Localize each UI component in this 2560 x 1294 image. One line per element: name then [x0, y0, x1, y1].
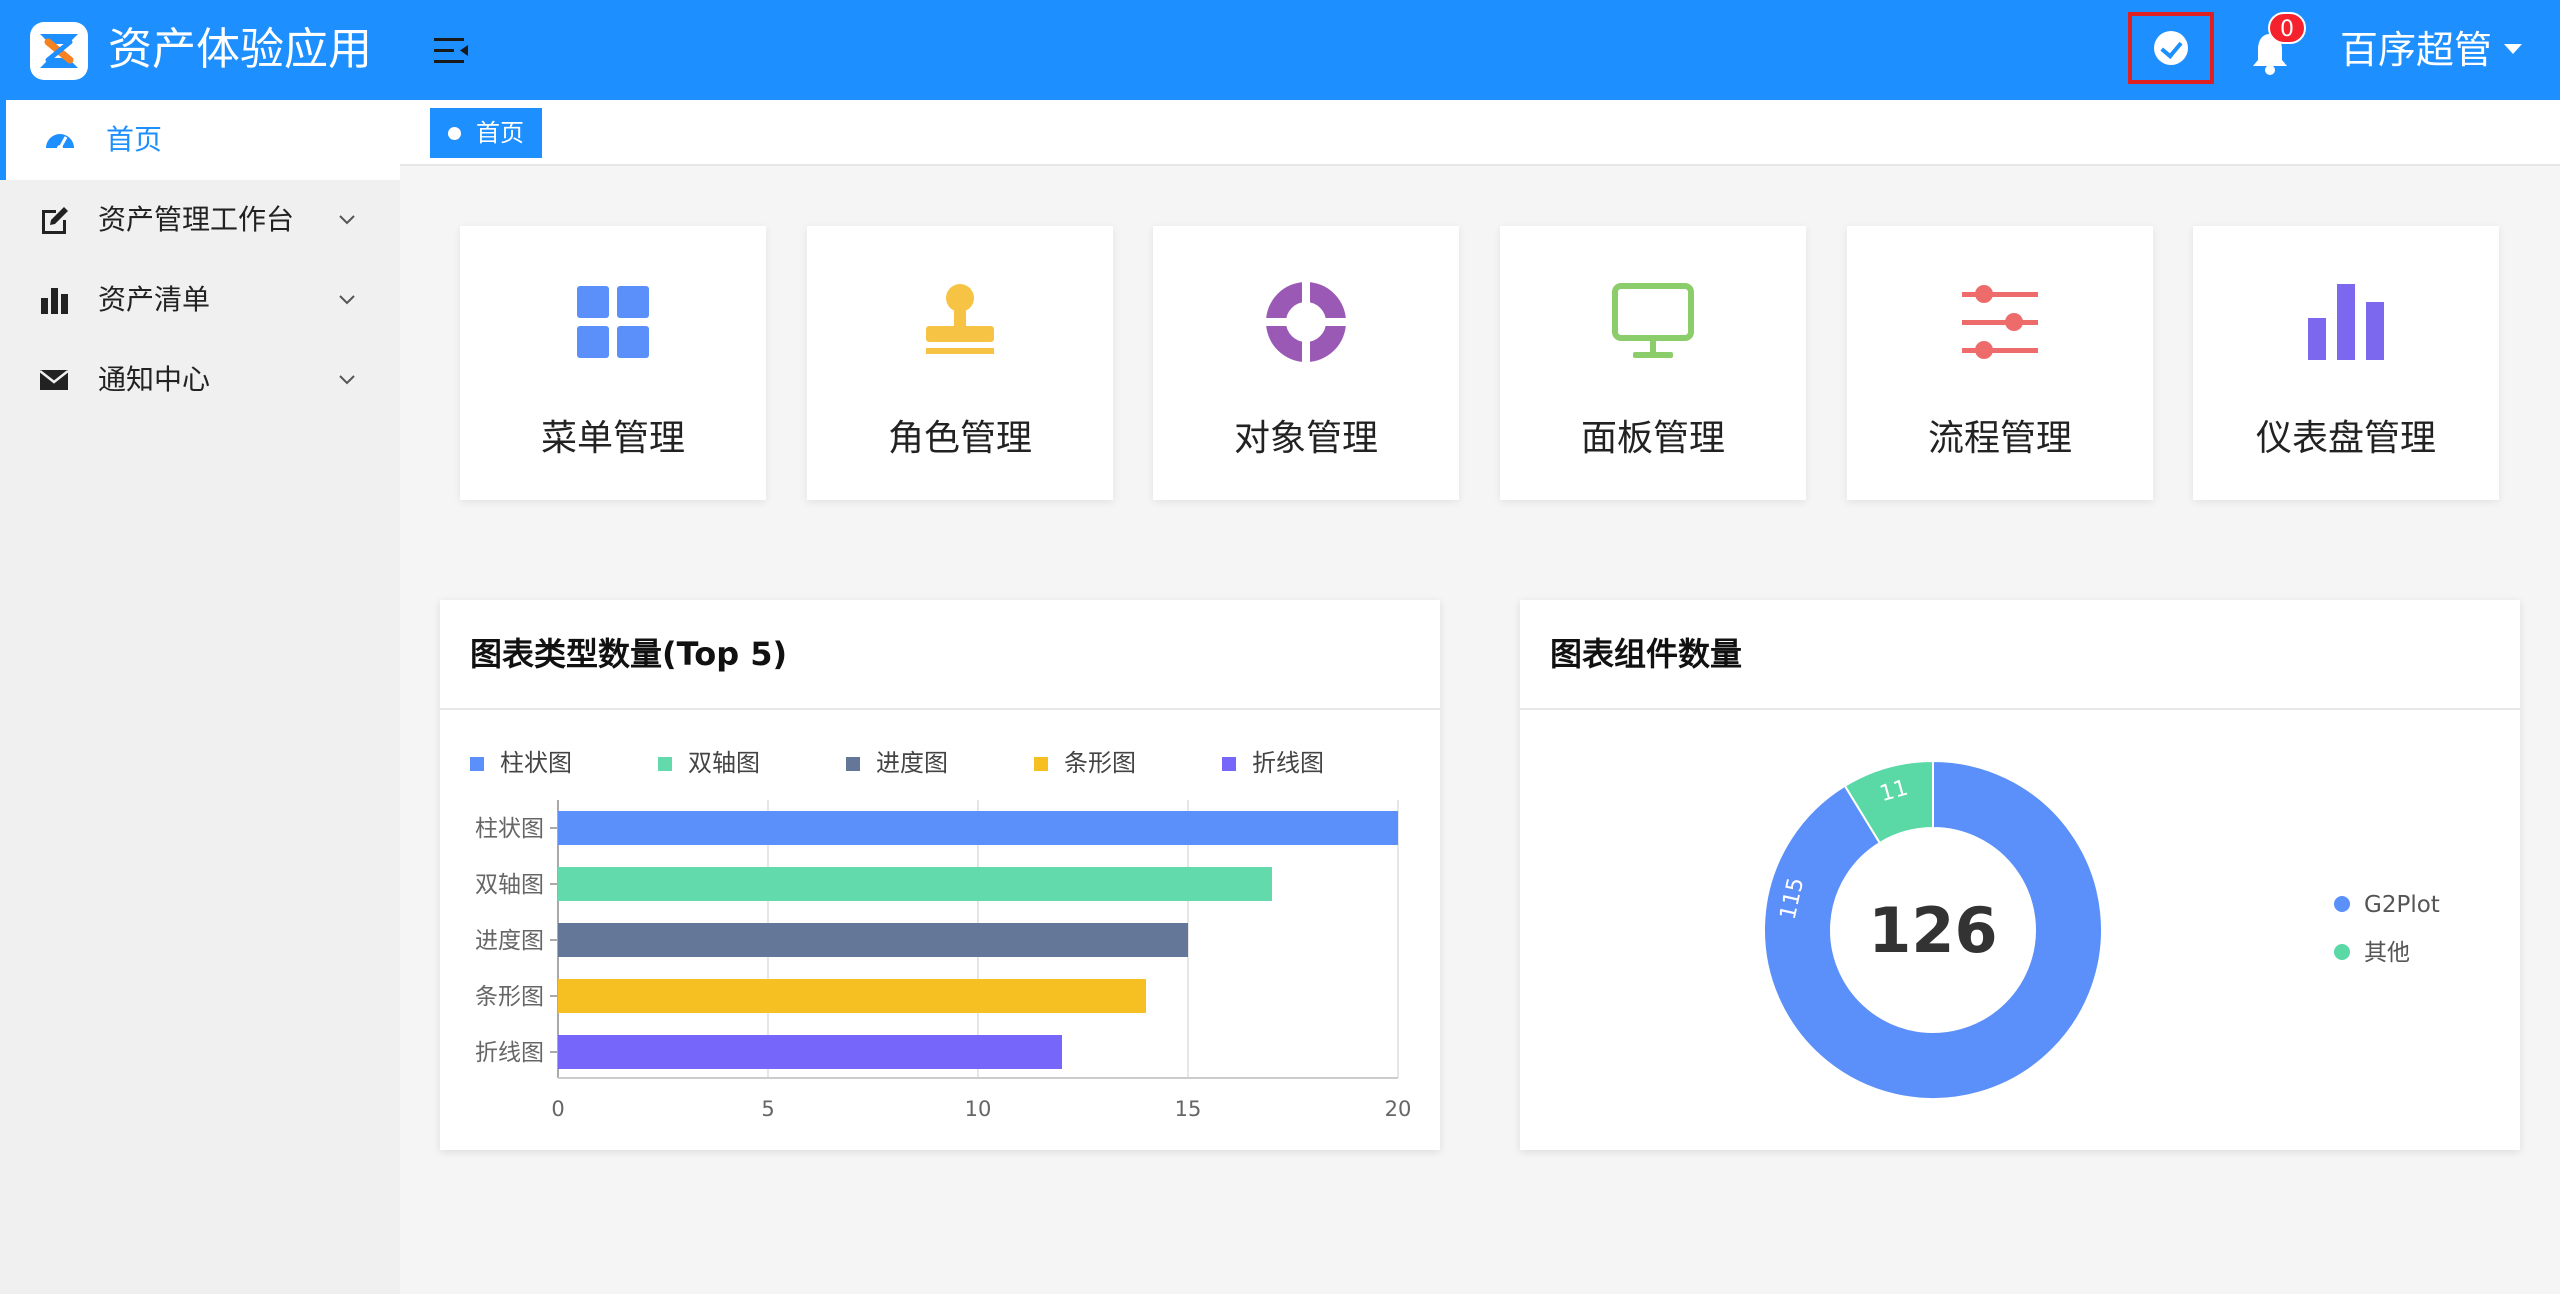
sidebar-item-asset-workbench[interactable]: 资产管理工作台 [0, 180, 400, 260]
sidebar-item-label: 资产管理工作台 [98, 203, 295, 236]
chart-component-count-panel: 图表组件数量 115 11 126 G2Plot 其他 [1520, 600, 2520, 1150]
card-label: 对象管理 [1233, 418, 1378, 459]
x-tick-label: 5 [761, 1097, 774, 1121]
app-title: 资产体验应用 [108, 24, 372, 75]
sidebar-item-label: 通知中心 [98, 363, 211, 396]
bar [558, 811, 1398, 845]
card-object-management[interactable]: 对象管理 [1153, 226, 1459, 500]
sidebar-item-label: 首页 [106, 123, 163, 156]
chevron-down-icon [339, 375, 355, 385]
check-circle-icon [2154, 31, 2188, 65]
legend-label: 双轴图 [688, 749, 760, 777]
bar [558, 1035, 1062, 1069]
card-menu-management[interactable]: 菜单管理 [460, 226, 766, 500]
bar [558, 979, 1146, 1013]
sliders-icon [1962, 285, 2038, 359]
legend-label: 折线图 [1252, 749, 1324, 777]
legend-label: 柱状图 [500, 749, 572, 777]
x-tick-label: 15 [1175, 1097, 1202, 1121]
donut-chart: 11511126 G2Plot其他 [1763, 759, 2440, 1100]
tab-label: 首页 [476, 119, 524, 147]
legend-dot [2334, 896, 2350, 912]
sidebar-item-home[interactable]: 首页 [0, 100, 400, 180]
stamp-icon [926, 284, 994, 354]
chart-type-count-panel: 图表类型数量(Top 5) 柱状图 双轴图 进度图 条形图 折线图 柱状图 双轴图 进度图 条形… [440, 600, 1440, 1150]
legend-label: G2Plot [2364, 892, 2440, 918]
legend-label: 条形图 [1064, 749, 1136, 777]
chevron-down-icon [339, 215, 355, 225]
bar-chart-icon [41, 288, 68, 314]
bar [558, 923, 1188, 957]
y-tick-label: 柱状图 [475, 816, 544, 842]
chevron-down-icon [339, 295, 355, 305]
x-tick-label: 0 [551, 1097, 564, 1121]
card-dashboard-management[interactable]: 仪表盘管理 [2193, 226, 2499, 500]
tab-active-dot [448, 127, 461, 140]
legend-label: 其他 [2364, 940, 2410, 966]
legend-swatch [846, 757, 860, 771]
dashboard-icon [46, 134, 74, 151]
lifebuoy-icon [1266, 282, 1346, 362]
legend-swatch [1222, 757, 1236, 771]
y-tick-label: 条形图 [475, 984, 544, 1010]
notification-count-badge: 0 [2268, 12, 2306, 44]
legend-dot [2334, 944, 2350, 960]
card-label: 面板管理 [1580, 418, 1725, 459]
user-menu-caret-icon[interactable] [2504, 44, 2522, 54]
card-label: 角色管理 [887, 418, 1032, 459]
user-menu-name[interactable]: 百序超管 [2340, 24, 2492, 76]
grid-icon [577, 286, 649, 358]
legend-swatch [658, 757, 672, 771]
legend-label: 进度图 [876, 749, 948, 777]
menu-collapse-icon[interactable] [434, 36, 470, 66]
card-process-management[interactable]: 流程管理 [1847, 226, 2153, 500]
card-label: 仪表盘管理 [2255, 418, 2436, 459]
monitor-icon [1612, 283, 1694, 358]
card-label: 菜单管理 [540, 418, 685, 459]
legend-swatch [470, 757, 484, 771]
top-header: 资产体验应用 0 百序超管 [0, 0, 2560, 100]
bar [558, 867, 1272, 901]
bar-chart-icon [2308, 284, 2384, 360]
sidebar-item-asset-list[interactable]: 资产清单 [0, 260, 400, 340]
donut-center-total: 126 [1868, 894, 1997, 967]
app-logo-icon [30, 22, 88, 80]
card-panel-management[interactable]: 面板管理 [1500, 226, 1806, 500]
sidebar-item-label: 资产清单 [98, 283, 211, 316]
y-tick-label: 进度图 [475, 928, 544, 954]
task-check-button[interactable] [2128, 12, 2214, 84]
x-tick-label: 10 [965, 1097, 992, 1121]
edit-icon [42, 207, 68, 234]
sidebar: 首页 资产管理工作台 资产清单 通知中心 [0, 100, 400, 1294]
tabs-bar: 首页 [400, 100, 2560, 166]
card-label: 流程管理 [1927, 418, 2072, 459]
sidebar-item-notification-center[interactable]: 通知中心 [0, 340, 400, 420]
tab-home[interactable]: 首页 [430, 108, 542, 158]
x-tick-label: 20 [1385, 1097, 1412, 1121]
legend-swatch [1034, 757, 1048, 771]
bar-chart: 柱状图 双轴图 进度图 条形图 折线图柱状图双轴图进度图条形图折线图0 5 10 15 20 [470, 749, 1412, 1121]
mail-icon [39, 370, 69, 390]
y-tick-label: 折线图 [475, 1040, 544, 1066]
y-tick-label: 双轴图 [475, 872, 544, 898]
card-role-management[interactable]: 角色管理 [807, 226, 1113, 500]
